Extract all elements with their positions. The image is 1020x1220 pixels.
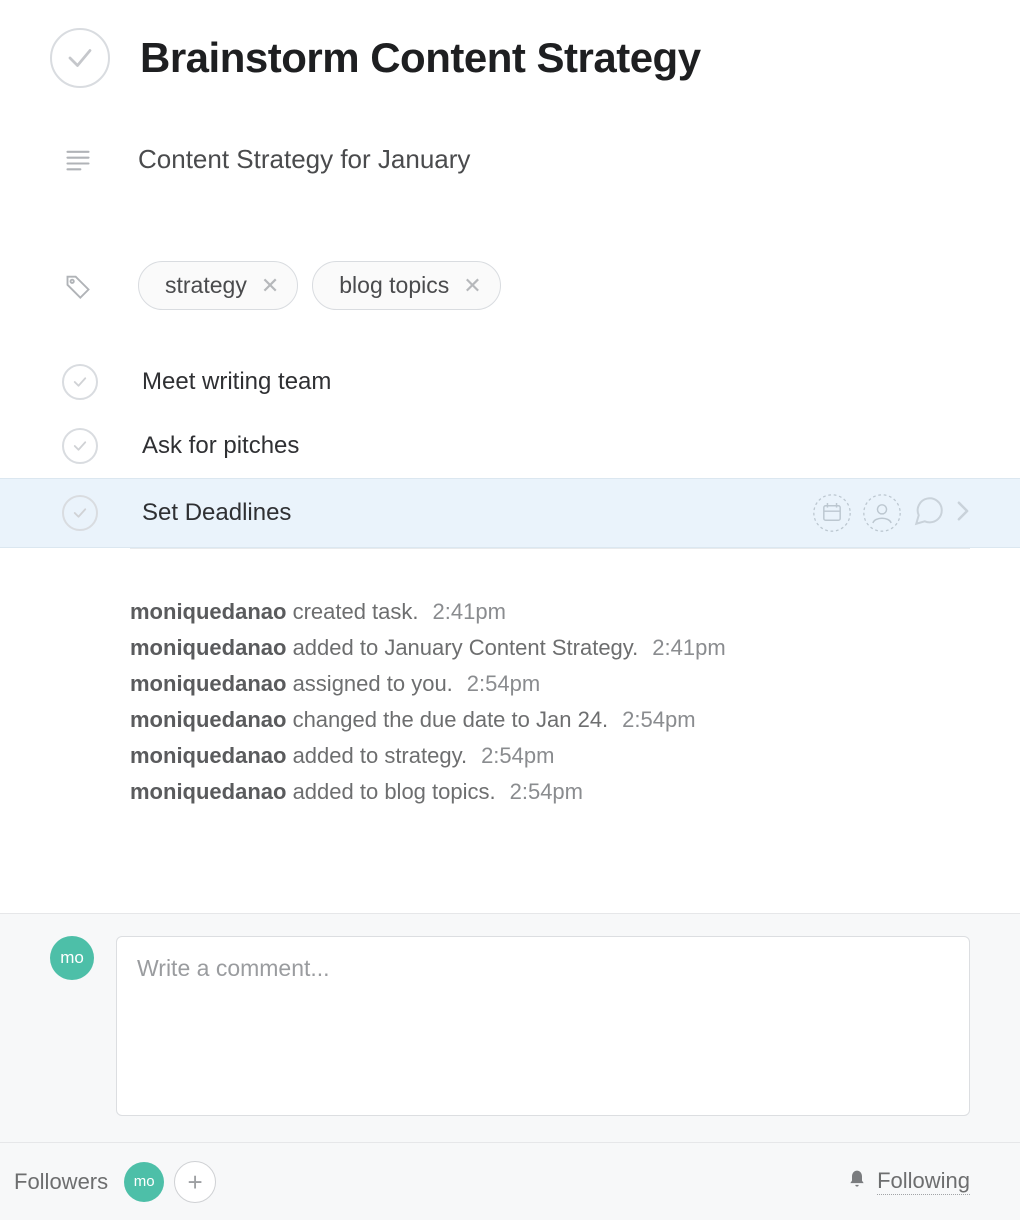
assignee-icon[interactable] <box>862 493 902 533</box>
activity-text: added to strategy. <box>286 743 467 768</box>
avatar: mo <box>50 936 94 980</box>
chevron-right-icon[interactable] <box>956 500 970 527</box>
activity-text: added to blog topics. <box>286 779 495 804</box>
activity-user: moniquedanao <box>130 635 286 660</box>
comment-input[interactable]: Write a comment... <box>116 936 970 1116</box>
close-icon[interactable]: ✕ <box>261 275 279 297</box>
activity-user: moniquedanao <box>130 779 286 804</box>
following-toggle[interactable]: Following <box>847 1168 970 1196</box>
subtask-complete-toggle[interactable] <box>62 364 98 400</box>
subtask-row[interactable]: Ask for pitches <box>50 414 970 478</box>
subtasks-list: Meet writing team Ask for pitches Set Dead… <box>50 350 970 548</box>
task-complete-toggle[interactable] <box>50 28 110 88</box>
activity-entry: moniquedanao added to strategy. 2:54pm <box>130 739 970 773</box>
activity-entry: moniquedanao created task. 2:41pm <box>130 595 970 629</box>
activity-text: changed the due date to Jan 24. <box>286 707 608 732</box>
subtask-complete-toggle[interactable] <box>62 428 98 464</box>
close-icon[interactable]: ✕ <box>463 275 481 297</box>
due-date-icon[interactable] <box>812 493 852 533</box>
divider <box>130 548 970 549</box>
footer-bar: Followers mo + Following <box>0 1142 1020 1220</box>
subtask-row[interactable]: Meet writing team <box>50 350 970 414</box>
activity-entry: moniquedanao changed the due date to Jan… <box>130 703 970 737</box>
activity-time: 2:41pm <box>652 635 725 660</box>
activity-entry: moniquedanao added to blog topics. 2:54pm <box>130 775 970 809</box>
tag-pill[interactable]: blog topics ✕ <box>312 261 500 310</box>
activity-time: 2:54pm <box>622 707 695 732</box>
project-name[interactable]: Content Strategy for January <box>138 144 470 175</box>
activity-time: 2:41pm <box>433 599 506 624</box>
subtask-label: Ask for pitches <box>142 432 299 460</box>
comment-icon[interactable] <box>912 494 946 533</box>
activity-user: moniquedanao <box>130 671 286 696</box>
activity-text: added to January Content Strategy. <box>286 635 638 660</box>
tag-icon <box>50 272 106 300</box>
tags-list: strategy ✕ blog topics ✕ <box>138 261 501 310</box>
bell-icon <box>847 1168 867 1196</box>
description-icon <box>50 146 106 174</box>
following-label: Following <box>877 1168 970 1195</box>
followers-label: Followers <box>14 1169 108 1195</box>
activity-time: 2:54pm <box>481 743 554 768</box>
activity-log: moniquedanao created task.2:41pmmoniqued… <box>130 595 970 810</box>
subtask-label: Set Deadlines <box>142 499 291 527</box>
subtask-label: Meet writing team <box>142 368 331 396</box>
activity-user: moniquedanao <box>130 599 286 624</box>
subtask-complete-toggle[interactable] <box>62 495 98 531</box>
follower-avatar[interactable]: mo <box>124 1162 164 1202</box>
activity-time: 2:54pm <box>467 671 540 696</box>
comment-section: mo Write a comment... <box>0 913 1020 1142</box>
activity-user: moniquedanao <box>130 743 286 768</box>
activity-text: assigned to you. <box>286 671 452 696</box>
plus-icon: + <box>188 1169 203 1195</box>
add-follower-button[interactable]: + <box>174 1161 216 1203</box>
tag-label: blog topics <box>339 272 449 299</box>
activity-time: 2:54pm <box>510 779 583 804</box>
activity-entry: moniquedanao assigned to you. 2:54pm <box>130 667 970 701</box>
tag-label: strategy <box>165 272 247 299</box>
activity-text: created task. <box>286 599 418 624</box>
subtask-row[interactable]: Set Deadlines <box>0 478 1020 548</box>
subtask-actions <box>812 493 970 533</box>
task-title[interactable]: Brainstorm Content Strategy <box>140 34 701 82</box>
activity-entry: moniquedanao added to January Content St… <box>130 631 970 665</box>
activity-user: moniquedanao <box>130 707 286 732</box>
tag-pill[interactable]: strategy ✕ <box>138 261 298 310</box>
